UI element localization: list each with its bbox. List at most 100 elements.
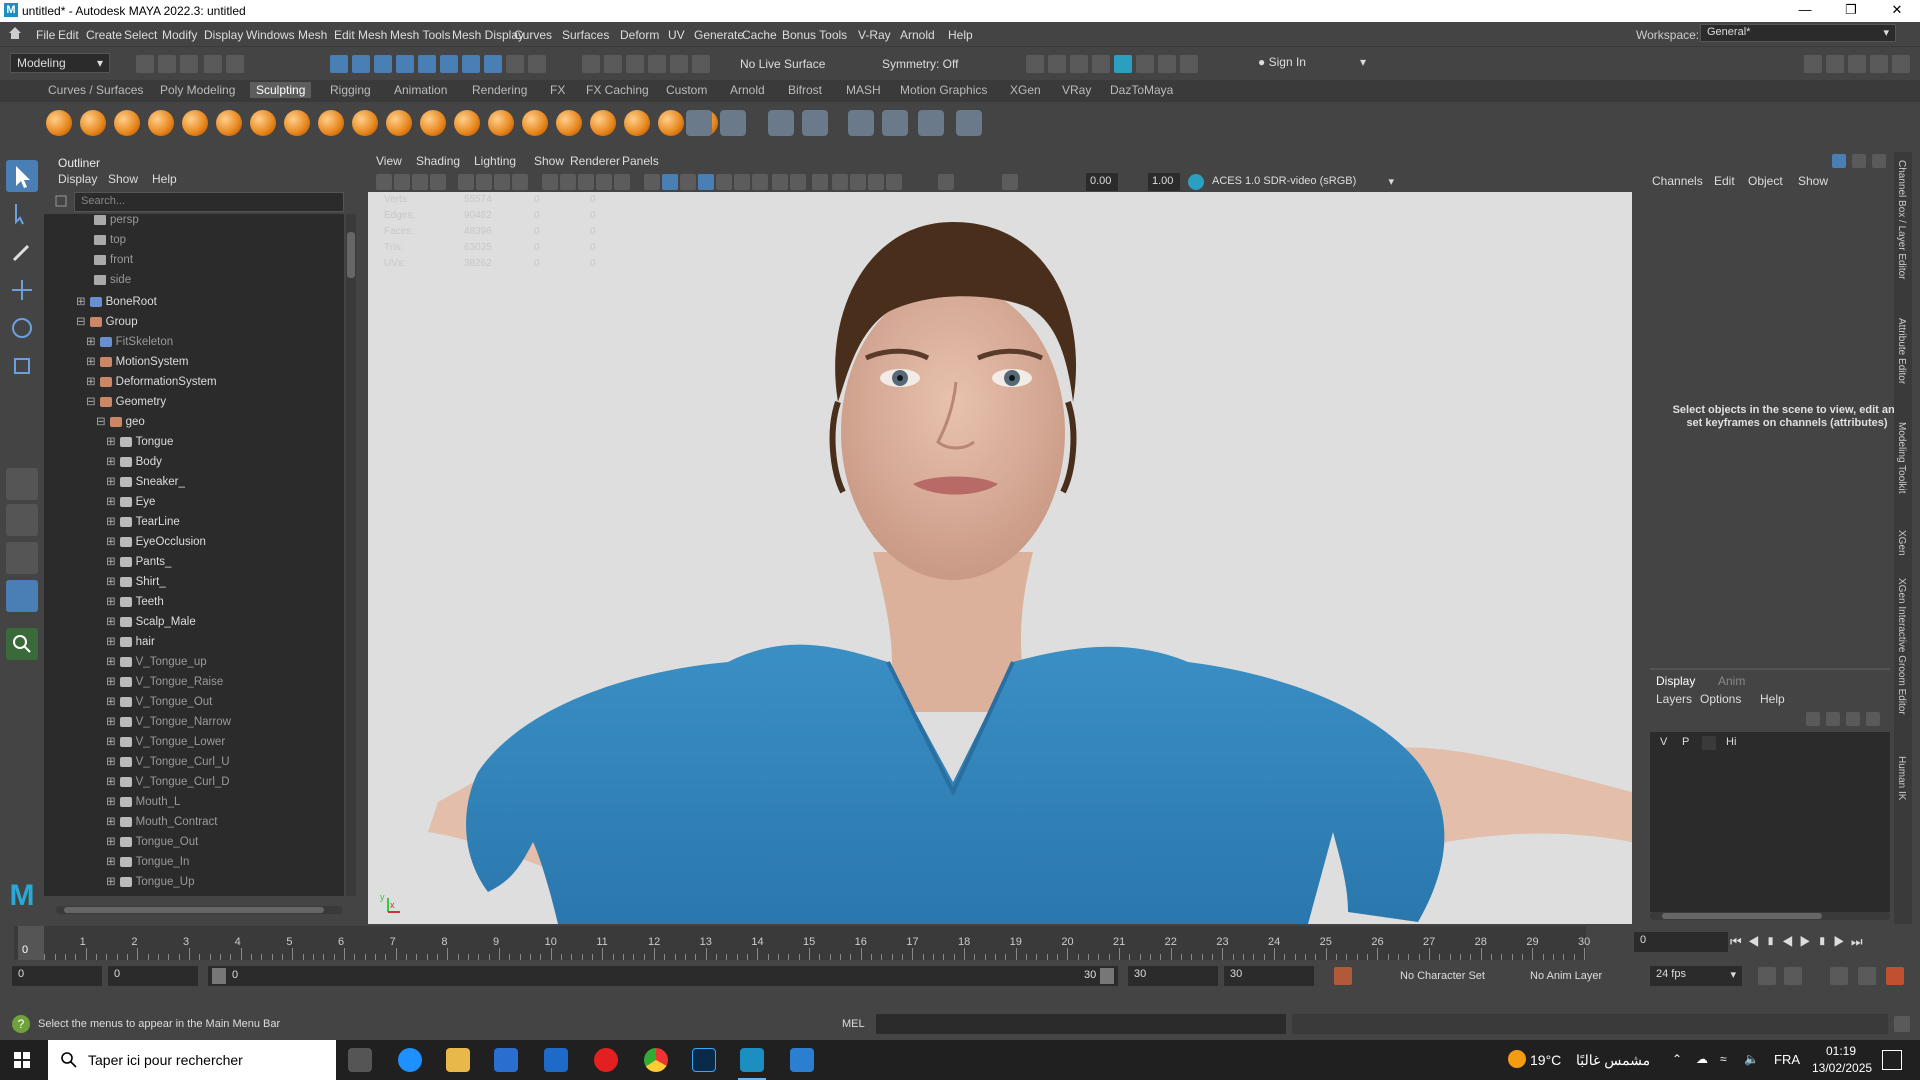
single-perspective-view-icon[interactable] bbox=[6, 468, 38, 500]
rotate-tool-icon[interactable] bbox=[6, 312, 38, 344]
outliner-item-tongue-in[interactable]: ⊞ Tongue_In bbox=[106, 854, 189, 874]
open-scene-icon[interactable] bbox=[158, 55, 176, 73]
output-ops-icon[interactable] bbox=[604, 55, 622, 73]
snap-point-icon[interactable] bbox=[440, 55, 458, 73]
channelbox-menu-object[interactable]: Object bbox=[1748, 174, 1783, 188]
select-tool-icon[interactable] bbox=[6, 160, 38, 192]
exposure-icon[interactable] bbox=[938, 174, 954, 190]
wireframe-icon[interactable] bbox=[644, 174, 660, 190]
input-ops-icon[interactable] bbox=[582, 55, 600, 73]
menu-mesh-tools[interactable]: Mesh Tools bbox=[390, 28, 450, 42]
side-tab-channel-box[interactable]: Channel Box / Layer Editor bbox=[1896, 160, 1907, 280]
shelf-tab-arnold[interactable]: Arnold bbox=[730, 83, 765, 97]
shelf-tab-custom[interactable]: Custom bbox=[666, 83, 707, 97]
side-tab-attribute-editor[interactable]: Attribute Editor bbox=[1896, 318, 1907, 384]
fps-dropdown[interactable]: 24 fps ▾ bbox=[1650, 966, 1742, 986]
viewport-menu-shading[interactable]: Shading bbox=[416, 154, 460, 168]
search-tool-icon[interactable] bbox=[6, 628, 38, 660]
layer-hscrollbar[interactable] bbox=[1650, 912, 1890, 920]
animation-prefs-icon[interactable] bbox=[1858, 967, 1876, 985]
smooth-shade-icon[interactable] bbox=[662, 174, 678, 190]
side-tab-xgen[interactable]: XGen bbox=[1896, 530, 1907, 556]
channel-box-icon[interactable] bbox=[1892, 55, 1910, 73]
outliner-hscroll-thumb[interactable] bbox=[64, 907, 324, 913]
channelbox-menu-edit[interactable]: Edit bbox=[1714, 174, 1735, 188]
shelf-tab-motion-graphics[interactable]: Motion Graphics bbox=[900, 83, 987, 97]
expand-icon[interactable]: ⊞ bbox=[106, 516, 116, 528]
outliner-item-front[interactable]: front bbox=[94, 254, 133, 274]
outliner-item-eyeocclusion[interactable]: ⊞ EyeOcclusion bbox=[106, 534, 206, 554]
outliner-item-hair[interactable]: ⊞ hair bbox=[106, 634, 155, 654]
color-management-icon[interactable] bbox=[1188, 174, 1204, 190]
outliner-menu-show[interactable]: Show bbox=[108, 172, 138, 186]
2d-pan-icon[interactable] bbox=[458, 174, 474, 190]
sculpt-tool-freeze-icon[interactable] bbox=[624, 110, 650, 136]
viewport-menu-panels[interactable]: Panels bbox=[622, 154, 659, 168]
sculpt-tool-foamy-icon[interactable] bbox=[250, 110, 276, 136]
expand-icon[interactable]: ⊞ bbox=[86, 356, 96, 368]
render-current-icon[interactable] bbox=[1048, 55, 1066, 73]
move-tool-icon[interactable] bbox=[6, 274, 38, 306]
layer-hscroll-thumb[interactable] bbox=[1662, 913, 1822, 919]
field-chart-icon[interactable] bbox=[578, 174, 594, 190]
menu-curves[interactable]: Curves bbox=[514, 28, 552, 42]
shelf-tab-xgen[interactable]: XGen bbox=[1010, 83, 1041, 97]
expand-icon[interactable]: ⊞ bbox=[106, 636, 116, 648]
range-end-handle[interactable] bbox=[1100, 968, 1114, 984]
go-to-end-icon[interactable]: ⏭ bbox=[1851, 934, 1869, 949]
snap-curve-icon[interactable] bbox=[418, 55, 436, 73]
shelf-tab-curves-surfaces[interactable]: Curves / Surfaces bbox=[48, 83, 143, 97]
current-time-marker[interactable]: 0 bbox=[18, 926, 44, 960]
sculpt-tool-spray-icon[interactable] bbox=[284, 110, 310, 136]
app-taskbar-icon[interactable] bbox=[790, 1048, 814, 1072]
grid-icon[interactable] bbox=[720, 110, 746, 136]
layer-menu-help[interactable]: Help bbox=[1760, 692, 1785, 706]
pause-viewport-icon[interactable] bbox=[1180, 55, 1198, 73]
new-layer-icon[interactable] bbox=[1846, 712, 1860, 726]
save-scene-icon[interactable] bbox=[180, 55, 198, 73]
ipr-icon[interactable] bbox=[692, 55, 710, 73]
textured-icon[interactable] bbox=[698, 174, 714, 190]
photoshop-icon[interactable] bbox=[692, 1048, 716, 1072]
menu-bonus-tools[interactable]: Bonus Tools bbox=[782, 28, 847, 42]
undo-icon[interactable] bbox=[204, 55, 222, 73]
sculpt-tool-fill-icon[interactable] bbox=[454, 110, 480, 136]
cache-icon[interactable] bbox=[1784, 967, 1802, 985]
layer-playback-toggle[interactable]: P bbox=[1682, 736, 1689, 748]
opera-icon[interactable] bbox=[594, 1048, 618, 1072]
outliner-item-persp[interactable]: persp bbox=[94, 214, 139, 234]
layer-tab-display[interactable]: Display bbox=[1656, 674, 1695, 688]
light-icon[interactable] bbox=[918, 110, 944, 136]
outliner-item-v-tongue-raise[interactable]: ⊞ V_Tongue_Raise bbox=[106, 674, 223, 694]
shelf-tab-bifrost[interactable]: Bifrost bbox=[788, 83, 822, 97]
outliner-item-v-tongue-lower[interactable]: ⊞ V_Tongue_Lower bbox=[106, 734, 225, 754]
range-start-handle[interactable] bbox=[212, 968, 226, 984]
current-frame-field[interactable]: 0 bbox=[1634, 932, 1728, 952]
exposure-field[interactable]: 0.00 bbox=[1086, 173, 1118, 191]
character-set-dropdown[interactable]: No Character Set bbox=[1400, 970, 1485, 982]
expand-icon[interactable]: ⊞ bbox=[106, 816, 116, 828]
animation-start-field[interactable]: 0 bbox=[12, 966, 102, 986]
expand-icon[interactable]: ⊞ bbox=[106, 796, 116, 808]
hypershade-icon[interactable] bbox=[1114, 55, 1132, 73]
side-tab-modeling-toolkit[interactable]: Modeling Toolkit bbox=[1896, 422, 1907, 494]
side-tab-xgen-groom[interactable]: XGen Interactive Groom Editor bbox=[1896, 578, 1907, 715]
expand-icon[interactable]: ⊞ bbox=[106, 756, 116, 768]
menu-help[interactable]: Help bbox=[948, 28, 973, 42]
menu-display[interactable]: Display bbox=[204, 28, 243, 42]
shelf-tab-poly-modeling[interactable]: Poly Modeling bbox=[160, 83, 235, 97]
tray-chevron-icon[interactable]: ⌃ bbox=[1672, 1052, 1682, 1066]
outliner-item-tongue-out[interactable]: ⊞ Tongue_Out bbox=[106, 834, 198, 854]
screen-ao-icon[interactable] bbox=[752, 174, 768, 190]
grease-pencil-icon[interactable] bbox=[476, 174, 492, 190]
expand-icon[interactable]: ⊞ bbox=[106, 556, 116, 568]
outliner-item-mouth-l[interactable]: ⊞ Mouth_L bbox=[106, 794, 180, 814]
outliner-scrollbar[interactable] bbox=[346, 214, 356, 896]
task-view-icon[interactable] bbox=[348, 1048, 372, 1072]
outliner-item-v-tongue-curl-u[interactable]: ⊞ V_Tongue_Curl_U bbox=[106, 754, 230, 774]
store-icon[interactable] bbox=[494, 1048, 518, 1072]
snap-surface-icon[interactable] bbox=[484, 55, 502, 73]
menu-generate[interactable]: Generate bbox=[694, 28, 744, 42]
shelf-tab-rendering[interactable]: Rendering bbox=[472, 83, 527, 97]
weather-temp[interactable]: 19°C bbox=[1530, 1052, 1561, 1068]
